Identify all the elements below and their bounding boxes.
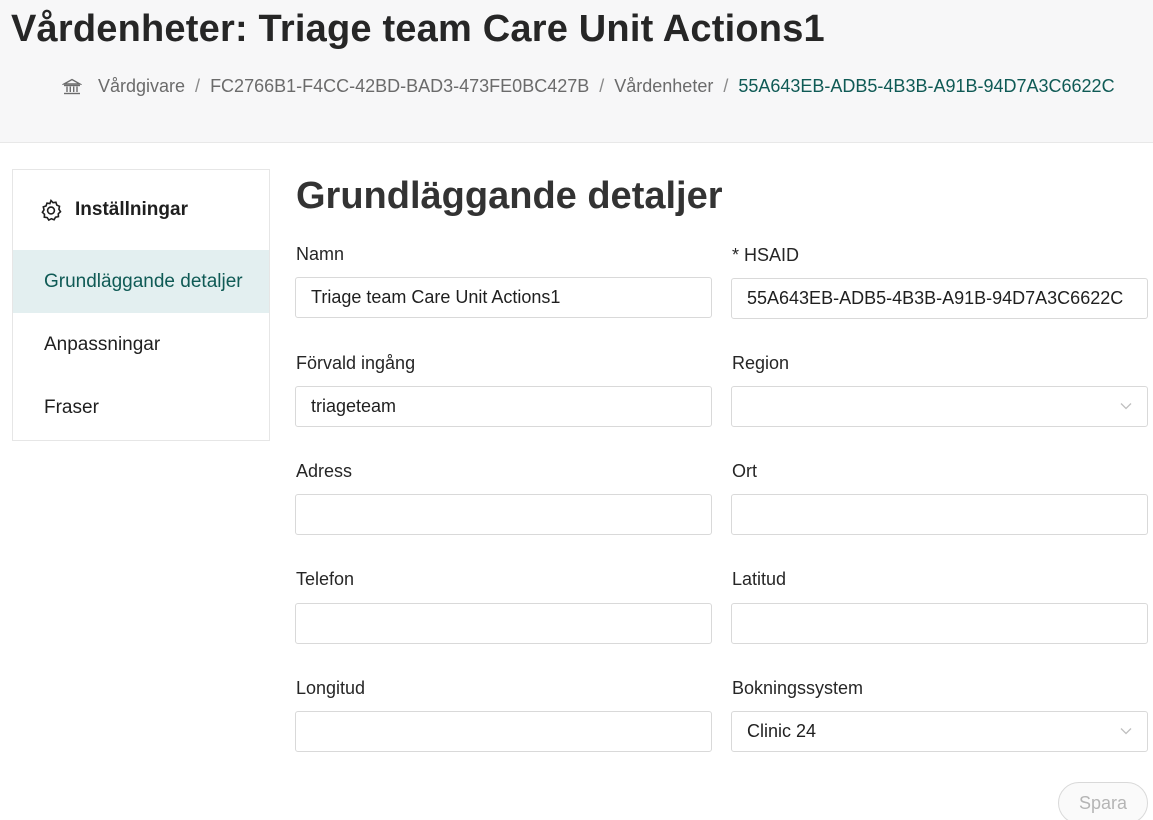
region-label: Region: [732, 353, 790, 373]
breadcrumb-item-vardgivare[interactable]: Vårdgivare: [98, 76, 185, 97]
breadcrumb-item-vardenheter[interactable]: Vårdenheter: [614, 76, 713, 97]
adress-label: Adress: [296, 461, 353, 481]
bank-icon[interactable]: [62, 77, 82, 97]
chevron-down-icon: [1119, 399, 1133, 413]
namn-input[interactable]: Triage team Care Unit Actions1: [295, 277, 712, 318]
bokningssystem-label: Bokningssystem: [732, 678, 864, 698]
ort-input[interactable]: [731, 494, 1148, 535]
telefon-input[interactable]: [295, 603, 712, 644]
chevron-down-icon: [1119, 724, 1133, 738]
hsaid-input[interactable]: 55A643EB-ADB5-4B3B-A91B-94D7A3C6622C: [731, 278, 1148, 319]
region-select[interactable]: [731, 386, 1148, 427]
longitud-input[interactable]: [295, 711, 712, 752]
page: Vårdenheter: Triage team Care Unit Actio…: [0, 0, 1153, 820]
forvald-ingang-input[interactable]: triageteam: [295, 386, 712, 427]
latitud-label: Latitud: [732, 569, 787, 589]
save-button[interactable]: Spara: [1058, 782, 1148, 820]
adress-input[interactable]: [295, 494, 712, 535]
sidebar-item-anpassningar[interactable]: Anpassningar: [13, 313, 269, 376]
hsaid-label: * HSAID: [732, 245, 800, 265]
namn-label: Namn: [296, 244, 345, 264]
sidebar-heading-label: Inställningar: [75, 199, 188, 220]
page-title: Vårdenheter: Triage team Care Unit Actio…: [11, 8, 825, 50]
breadcrumb-separator: /: [723, 76, 729, 96]
breadcrumb-separator: /: [599, 76, 605, 96]
settings-sidebar: Inställningar Grundläggande detaljer Anp…: [12, 169, 270, 441]
bokningssystem-select[interactable]: Clinic 24: [731, 711, 1148, 752]
telefon-label: Telefon: [296, 569, 355, 589]
breadcrumb-item-current: 55A643EB-ADB5-4B3B-A91B-94D7A3C6622C: [738, 76, 1115, 96]
breadcrumb-separator: /: [195, 76, 201, 96]
breadcrumb: Vårdgivare / FC2766B1-F4CC-42BD-BAD3-473…: [62, 76, 1115, 97]
sidebar-heading: Inställningar: [13, 170, 269, 250]
ort-label: Ort: [732, 461, 757, 481]
sidebar-item-grundlaggande-detaljer[interactable]: Grundläggande detaljer: [13, 250, 269, 313]
sidebar-item-fraser[interactable]: Fraser: [13, 376, 269, 439]
latitud-input[interactable]: [731, 603, 1148, 644]
forvald-ingang-label: Förvald ingång: [296, 353, 416, 373]
section-title: Grundläggande detaljer: [296, 175, 723, 217]
gear-icon: [39, 198, 63, 222]
page-header: Vårdenheter: Triage team Care Unit Actio…: [0, 0, 1153, 143]
breadcrumb-item-vardgivare-id[interactable]: FC2766B1-F4CC-42BD-BAD3-473FE0BC427B: [210, 76, 589, 97]
longitud-label: Longitud: [296, 678, 366, 698]
bokningssystem-value: Clinic 24: [747, 721, 817, 741]
